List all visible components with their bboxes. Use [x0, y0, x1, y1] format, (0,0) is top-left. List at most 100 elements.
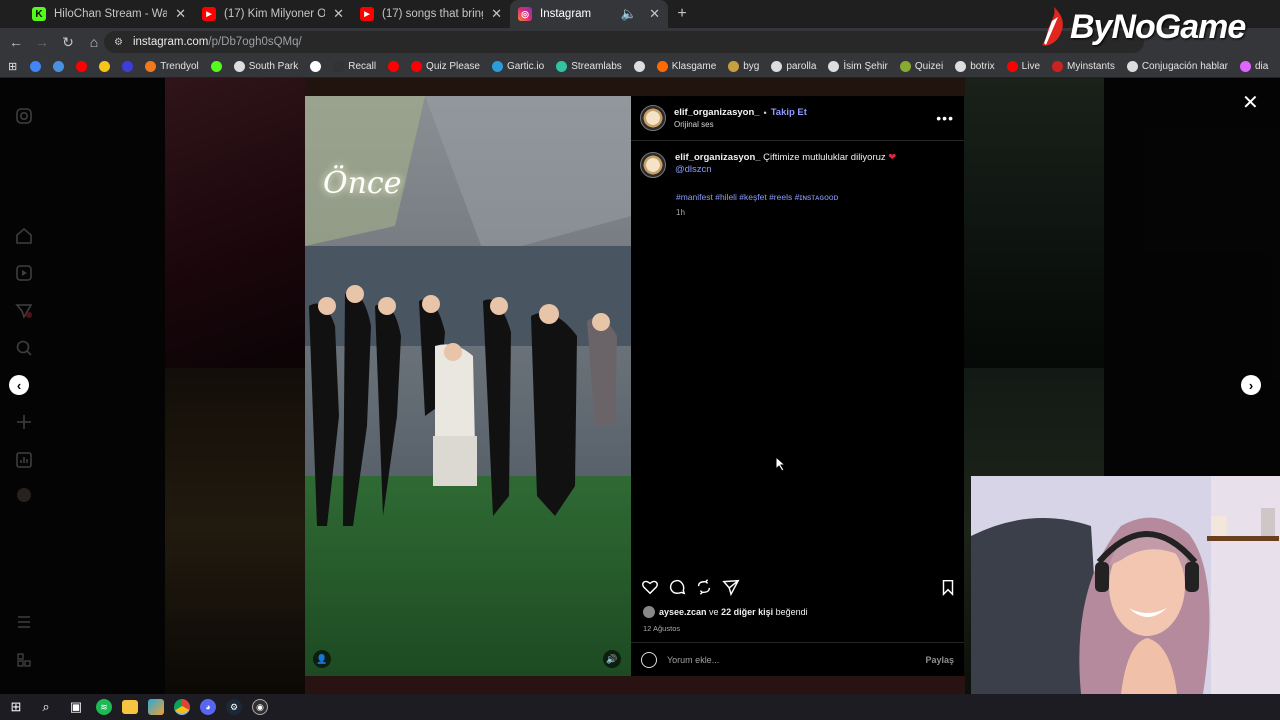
- site-info-icon[interactable]: ⚙: [114, 37, 123, 48]
- like-heart-icon[interactable]: [641, 578, 659, 596]
- windows-start-icon[interactable]: ⊞: [6, 697, 26, 717]
- tab-youtube-songs[interactable]: ▶ (17) songs that bring you back ✕: [352, 0, 510, 28]
- follow-button[interactable]: Takip Et: [771, 107, 807, 118]
- bookmark-item[interactable]: Gartic.io: [489, 61, 547, 72]
- tagged-user-icon[interactable]: 👤: [313, 650, 331, 668]
- file-explorer-icon[interactable]: [122, 700, 138, 714]
- share-icon[interactable]: [722, 578, 740, 596]
- more-options-icon[interactable]: •••: [936, 110, 954, 126]
- audio-label[interactable]: Orijinal ses: [674, 120, 807, 129]
- bookmark-item[interactable]: [50, 61, 67, 72]
- bookmark-item[interactable]: İsim Şehir: [825, 61, 890, 72]
- mute-toggle-icon[interactable]: 🔊: [603, 650, 621, 668]
- bookmark-favicon-icon: [1006, 61, 1018, 72]
- liker-avatar: [643, 606, 655, 618]
- bookmark-item[interactable]: Quizei: [897, 61, 946, 72]
- close-modal-icon[interactable]: ✕: [1242, 90, 1259, 115]
- remix-icon[interactable]: [695, 578, 713, 596]
- new-tab-button[interactable]: +: [668, 5, 696, 23]
- bookmark-label: dia: [1255, 61, 1269, 72]
- previous-post-button[interactable]: ‹: [9, 375, 29, 395]
- back-icon[interactable]: ←: [4, 34, 28, 50]
- bookmark-item[interactable]: parolla: [768, 61, 819, 72]
- brand-name: ByNoGame: [1070, 7, 1246, 46]
- tab-instagram[interactable]: ◎ Instagram 🔈 ✕: [510, 0, 668, 28]
- bookmark-item[interactable]: Live: [1004, 61, 1043, 72]
- bookmark-item[interactable]: byg: [725, 61, 762, 72]
- reel-video[interactable]: Önce 👤 🔊: [305, 96, 631, 676]
- likes-summary[interactable]: aysee.zcan ve 22 diğer kişi beğendi: [643, 606, 808, 618]
- likes-others[interactable]: 22 diğer kişi: [721, 607, 773, 617]
- brand-flame-icon: [1042, 7, 1063, 46]
- task-view-icon[interactable]: ▣: [66, 697, 86, 717]
- close-icon[interactable]: ✕: [175, 6, 186, 22]
- bookmark-favicon-icon: [728, 61, 740, 72]
- bookmark-item[interactable]: [27, 61, 44, 72]
- bookmark-item[interactable]: Quiz Please: [408, 61, 483, 72]
- bookmark-favicon-icon: [333, 61, 345, 72]
- youtube-icon: ▶: [360, 7, 374, 21]
- mouse-cursor-icon: [775, 456, 787, 472]
- bookmark-favicon-icon: [491, 61, 503, 72]
- forward-icon[interactable]: →: [30, 34, 54, 50]
- caption-mention[interactable]: @dlszcn: [675, 164, 712, 175]
- address-bar[interactable]: ⚙ instagram.com/p/Db7ogh0sQMq/: [104, 31, 1144, 53]
- speaker-icon[interactable]: 🔈: [621, 6, 637, 22]
- bookmark-item[interactable]: South Park: [231, 61, 301, 72]
- bookmark-item[interactable]: [119, 61, 136, 72]
- youtube-icon: ▶: [202, 7, 216, 21]
- bookmark-label: Myinstants: [1067, 61, 1115, 72]
- liker-username[interactable]: aysee.zcan: [659, 607, 707, 617]
- video-overlay-text: Önce: [323, 166, 402, 201]
- comment-icon[interactable]: [668, 578, 686, 596]
- chrome-icon[interactable]: [174, 699, 190, 715]
- bookmark-label: Trendyol: [160, 61, 199, 72]
- close-icon[interactable]: ✕: [333, 6, 344, 22]
- bookmark-item[interactable]: [307, 61, 324, 72]
- bookmark-item[interactable]: [631, 61, 648, 72]
- bookmark-item[interactable]: [208, 61, 225, 72]
- apps-grid-icon[interactable]: ⊞: [8, 60, 17, 73]
- bookmark-item[interactable]: [96, 61, 113, 72]
- tab-youtube-milyoner[interactable]: ▶ (17) Kim Milyoner Olmak İster? ✕: [194, 0, 352, 28]
- bookmark-item[interactable]: Trendyol: [142, 61, 202, 72]
- bookmark-label: Streamlabs: [571, 61, 622, 72]
- caption-author[interactable]: elif_organizasyon_: [675, 152, 761, 163]
- caption-author-avatar[interactable]: [640, 152, 666, 178]
- bookmark-item[interactable]: Klasgame: [654, 61, 719, 72]
- home-icon[interactable]: ⌂: [82, 34, 106, 50]
- post-comment-button[interactable]: Paylaş: [925, 655, 954, 665]
- close-icon[interactable]: ✕: [649, 6, 660, 22]
- author-username[interactable]: elif_organizasyon_: [674, 107, 760, 118]
- bookmark-item[interactable]: Myinstants: [1049, 61, 1118, 72]
- next-post-button[interactable]: ›: [1241, 375, 1261, 395]
- post-details-panel: elif_organizasyon_ • Takip Et Orijinal s…: [631, 96, 964, 676]
- bookmark-item[interactable]: [73, 61, 90, 72]
- bynogame-logo: ByNoGame: [1036, 2, 1246, 52]
- save-bookmark-icon[interactable]: [939, 578, 957, 596]
- bookmark-item[interactable]: Streamlabs: [553, 61, 625, 72]
- bookmark-item[interactable]: botrix: [952, 61, 997, 72]
- obs-icon[interactable]: ◉: [252, 699, 268, 715]
- bookmark-item[interactable]: Conjugación hablar: [1124, 61, 1231, 72]
- steam-icon[interactable]: ⚙: [226, 699, 242, 715]
- bookmark-item[interactable]: Recall: [330, 61, 379, 72]
- spotify-icon[interactable]: ≋: [96, 699, 112, 715]
- emoji-picker-icon[interactable]: [641, 651, 657, 668]
- caption-hashtags[interactable]: #manifest #hileli #keşfet #reels #ɪɴsᴛᴀɢ…: [676, 192, 838, 202]
- discord-icon[interactable]: ◕: [200, 699, 216, 715]
- bookmark-favicon-icon: [388, 61, 400, 72]
- comment-input[interactable]: Yorum ekle...: [667, 655, 925, 665]
- bookmark-item[interactable]: dia: [1237, 61, 1271, 72]
- app-icon[interactable]: [148, 699, 164, 715]
- tab-hilochan[interactable]: K HiloChan Stream - Watch Live o ✕: [24, 0, 194, 28]
- close-icon[interactable]: ✕: [491, 6, 502, 22]
- bookmark-label: Quizei: [914, 61, 944, 72]
- bookmark-item[interactable]: [385, 61, 402, 72]
- search-icon[interactable]: ⌕: [36, 697, 56, 717]
- post-actions: [641, 578, 957, 600]
- bookmark-favicon-icon: [76, 61, 88, 72]
- header-separator: •: [763, 107, 767, 118]
- reload-icon[interactable]: ↻: [56, 34, 80, 51]
- author-avatar[interactable]: [640, 105, 666, 131]
